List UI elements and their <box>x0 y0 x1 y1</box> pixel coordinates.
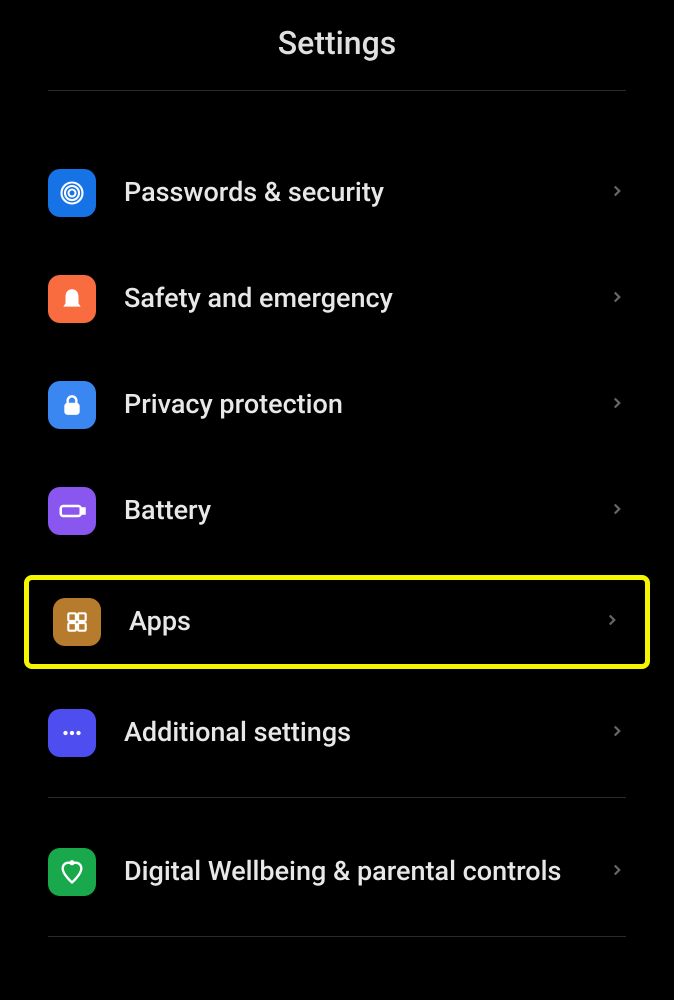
settings-item-passwords-security[interactable]: Passwords & security <box>0 151 674 235</box>
item-label: Battery <box>124 493 596 528</box>
group-divider-bottom <box>48 936 626 937</box>
chevron-right-icon <box>608 288 626 310</box>
item-label: Digital Wellbeing & parental controls <box>124 854 596 889</box>
settings-item-battery[interactable]: Battery <box>0 469 674 553</box>
dots-icon <box>48 709 96 757</box>
group-divider <box>48 797 626 798</box>
item-label: Safety and emergency <box>124 281 596 316</box>
chevron-right-icon <box>608 182 626 204</box>
chevron-right-icon <box>608 861 626 883</box>
heart-icon <box>48 848 96 896</box>
settings-item-apps[interactable]: Apps <box>24 575 650 669</box>
settings-list: Passwords & security Safety and emergenc… <box>0 91 674 937</box>
chevron-right-icon <box>603 611 621 633</box>
apps-icon <box>53 598 101 646</box>
settings-item-digital-wellbeing[interactable]: Digital Wellbeing & parental controls <box>0 830 674 914</box>
page-title: Settings <box>0 24 674 62</box>
settings-item-additional-settings[interactable]: Additional settings <box>0 691 674 775</box>
item-label: Additional settings <box>124 715 596 750</box>
settings-item-privacy-protection[interactable]: Privacy protection <box>0 363 674 447</box>
item-label: Apps <box>129 604 591 639</box>
item-label: Passwords & security <box>124 175 596 210</box>
lock-icon <box>48 381 96 429</box>
chevron-right-icon <box>608 500 626 522</box>
item-label: Privacy protection <box>124 387 596 422</box>
page-header: Settings <box>0 0 674 90</box>
fingerprint-icon <box>48 169 96 217</box>
battery-icon <box>48 487 96 535</box>
bell-icon <box>48 275 96 323</box>
chevron-right-icon <box>608 394 626 416</box>
chevron-right-icon <box>608 722 626 744</box>
settings-item-safety-emergency[interactable]: Safety and emergency <box>0 257 674 341</box>
